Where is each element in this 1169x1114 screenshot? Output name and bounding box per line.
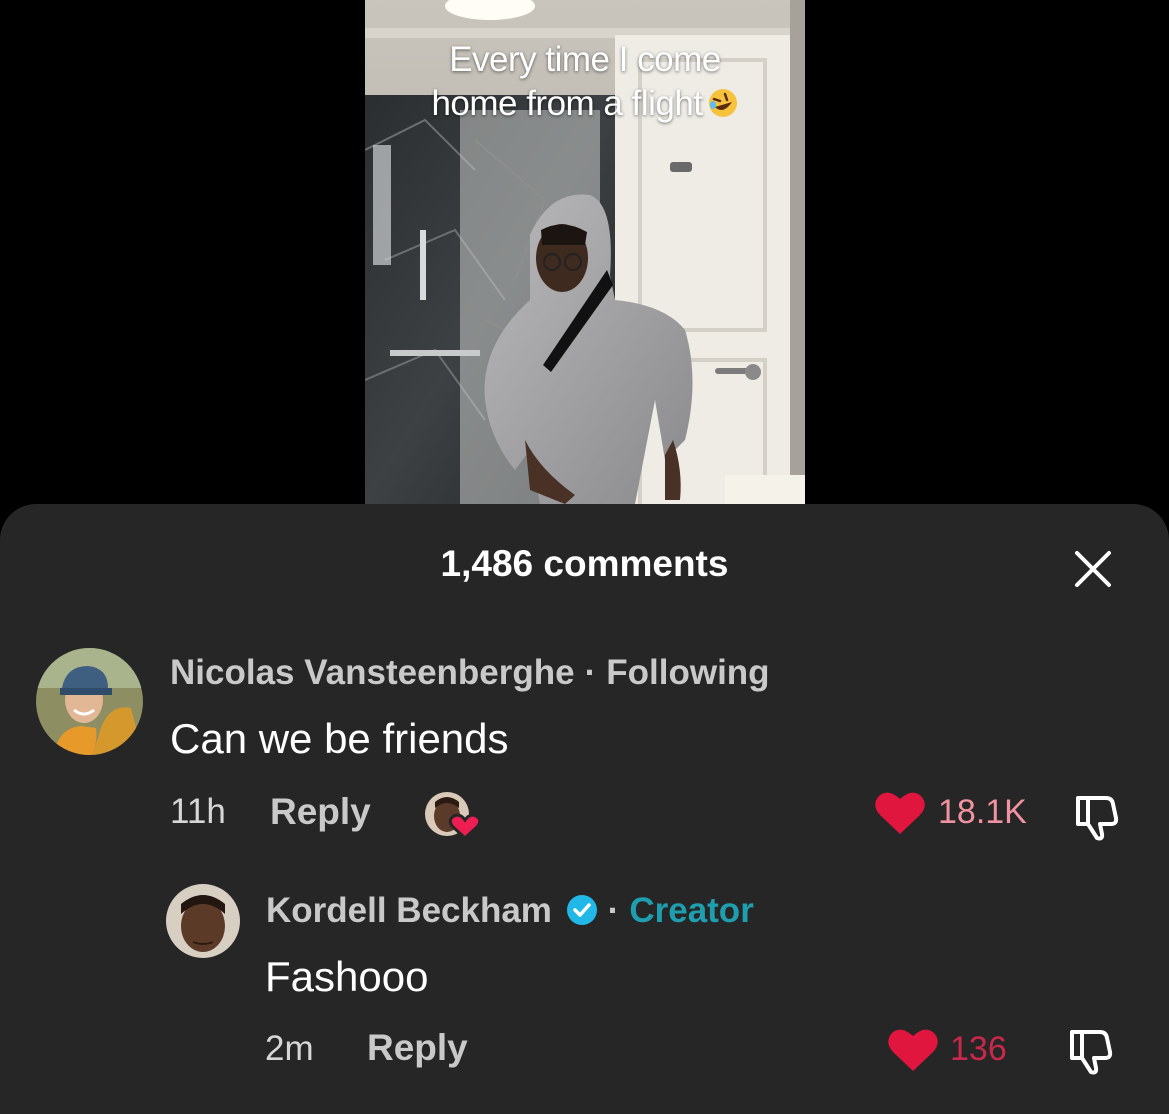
username[interactable]: Kordell Beckham — [266, 891, 552, 930]
like-count: 136 — [950, 1030, 1007, 1068]
thumbs-down-icon — [1076, 796, 1119, 841]
user-avatar-photo — [36, 648, 143, 755]
following-tag: Following — [606, 653, 770, 692]
avatar[interactable] — [36, 648, 143, 755]
dislike-button[interactable] — [1070, 792, 1126, 842]
creator-liked-avatar-icon — [425, 792, 482, 841]
video-caption-line-2: home from a flight — [365, 82, 805, 126]
like-button[interactable] — [886, 1025, 940, 1075]
like-count: 18.1K — [938, 793, 1027, 831]
reply-button[interactable]: Reply — [270, 790, 371, 834]
close-icon — [1075, 551, 1111, 587]
video-player[interactable]: Every time I come home from a flight — [365, 0, 805, 504]
creator-avatar-photo — [166, 884, 240, 958]
reply-text: Fashooo — [265, 953, 429, 1000]
rolling-laughing-emoji-icon — [708, 89, 737, 117]
heart-filled-icon — [888, 1029, 938, 1071]
separator-dot: · — [607, 891, 620, 930]
video-caption-line-2-text: home from a flight — [431, 84, 703, 123]
verified-badge-icon — [566, 895, 597, 925]
close-button[interactable] — [1066, 542, 1120, 596]
avatar[interactable] — [166, 884, 240, 958]
comments-count-title: 1,486 comments — [440, 543, 729, 584]
comment-username-line: Nicolas Vansteenberghe · Following — [170, 652, 770, 694]
heart-filled-icon — [875, 792, 925, 834]
comment-text: Can we be friends — [170, 715, 509, 762]
creator-tag: Creator — [629, 891, 754, 930]
username[interactable]: Nicolas Vansteenberghe — [170, 653, 575, 692]
reply-button[interactable]: Reply — [367, 1026, 468, 1070]
creator-liked-indicator — [423, 790, 485, 842]
reply-username-line: Kordell Beckham · Creator — [266, 890, 754, 932]
thumbs-down-icon — [1070, 1030, 1113, 1075]
comment-timestamp: 11h — [170, 792, 226, 831]
like-button[interactable] — [873, 788, 927, 838]
video-caption-line-1: Every time I come — [449, 40, 721, 79]
reply-timestamp: 2m — [265, 1029, 314, 1068]
dislike-button[interactable] — [1064, 1026, 1120, 1076]
separator-dot: · — [584, 653, 597, 692]
comments-sheet: 1,486 comments Nicolas Vansteenberghe · Fo… — [0, 504, 1169, 1114]
